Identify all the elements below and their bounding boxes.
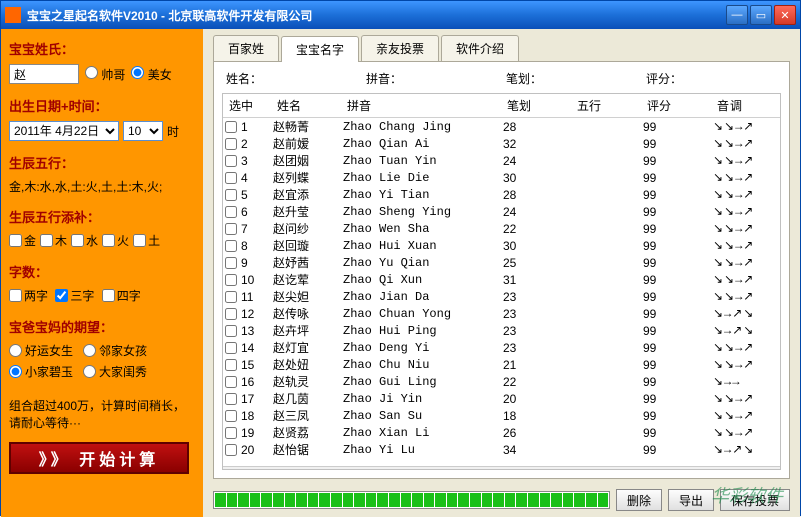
row-checkbox[interactable] xyxy=(225,376,237,388)
row-checkbox[interactable] xyxy=(225,444,237,456)
name-grid: 选中 姓名 拼音 笔划 五行 评分 音调 1赵畅菁Zhao Chang Jing… xyxy=(222,93,781,470)
table-row[interactable]: 2赵前嫒Zhao Qian Ai3299↘↘→↗ xyxy=(223,135,780,152)
grid-body[interactable]: 1赵畅菁Zhao Chang Jing2899↘↘→↗2赵前嫒Zhao Qian… xyxy=(223,118,780,466)
hour-suffix: 时 xyxy=(167,123,179,140)
row-checkbox[interactable] xyxy=(225,427,237,439)
wuxing-opt-水[interactable]: 水 xyxy=(71,232,98,249)
table-row[interactable]: 14赵灯宜Zhao Deng Yi2399↘↘→↗ xyxy=(223,339,780,356)
surname-input[interactable] xyxy=(9,64,79,84)
chars-label: 字数： xyxy=(9,262,195,281)
table-row[interactable]: 1赵畅菁Zhao Chang Jing2899↘↘→↗ xyxy=(223,118,780,135)
wuxing-opt-土[interactable]: 土 xyxy=(133,232,160,249)
tab-bar: 百家姓宝宝名字亲友投票软件介绍 xyxy=(203,29,800,61)
row-checkbox[interactable] xyxy=(225,257,237,269)
row-checkbox[interactable] xyxy=(225,291,237,303)
row-checkbox[interactable] xyxy=(225,155,237,167)
wuxing-fill-label: 生辰五行添补： xyxy=(9,207,195,226)
gender-girl[interactable]: 美女 xyxy=(131,66,171,83)
hint-text: 组合超过400万，计算时间稍长，请耐心等待··· xyxy=(9,398,195,432)
chars-three[interactable]: 三字 xyxy=(55,287,94,304)
row-checkbox[interactable] xyxy=(225,206,237,218)
wuxing-opt-金[interactable]: 金 xyxy=(9,232,36,249)
grid-header[interactable]: 选中 姓名 拼音 笔划 五行 评分 音调 xyxy=(223,94,780,118)
table-row[interactable]: 12赵传咏Zhao Chuan Yong2399↘→↗↘ xyxy=(223,305,780,322)
table-row[interactable]: 8赵回璇Zhao Hui Xuan3099↘↘→↗ xyxy=(223,237,780,254)
table-row[interactable]: 15赵处妞Zhao Chu Niu2199↘↘→↗ xyxy=(223,356,780,373)
row-checkbox[interactable] xyxy=(225,325,237,337)
birth-label: 出生日期+时间： xyxy=(9,96,195,115)
row-checkbox[interactable] xyxy=(225,274,237,286)
hope-c[interactable]: 小家碧玉 xyxy=(9,363,73,380)
table-row[interactable]: 20赵怡锯Zhao Yi Lu3499↘→↗↘ xyxy=(223,441,780,458)
wuxing-opt-木[interactable]: 木 xyxy=(40,232,67,249)
table-row[interactable]: 18赵三凤Zhao San Su1899↘↘→↗ xyxy=(223,407,780,424)
row-checkbox[interactable] xyxy=(225,342,237,354)
row-checkbox[interactable] xyxy=(225,393,237,405)
row-checkbox[interactable] xyxy=(225,223,237,235)
chars-four[interactable]: 四字 xyxy=(102,287,141,304)
row-checkbox[interactable] xyxy=(225,172,237,184)
wuxing-opt-火[interactable]: 火 xyxy=(102,232,129,249)
table-row[interactable]: 4赵列蝶Zhao Lie Die3099↘↘→↗ xyxy=(223,169,780,186)
window-title: 宝宝之星起名软件V2010 - 北京联高软件开发有限公司 xyxy=(27,7,726,24)
app-icon xyxy=(5,7,21,23)
progress-bar xyxy=(213,491,610,509)
hope-a[interactable]: 好运女生 xyxy=(9,342,73,359)
minimize-button[interactable]: — xyxy=(726,5,748,25)
gender-boy[interactable]: 帅哥 xyxy=(85,66,125,83)
row-checkbox[interactable] xyxy=(225,240,237,252)
table-row[interactable]: 11赵尖妲Zhao Jian Da2399↘↘→↗ xyxy=(223,288,780,305)
close-button[interactable]: ✕ xyxy=(774,5,796,25)
table-row[interactable]: 13赵卉坪Zhao Hui Ping2399↘→↗↘ xyxy=(223,322,780,339)
bottom-bar: 删除 导出 保存投票 xyxy=(203,485,800,517)
wuxing-label: 生辰五行： xyxy=(9,153,195,172)
filter-row: 姓名： 拼音： 笔划： 评分： xyxy=(222,70,781,87)
table-row[interactable]: 6赵升莹Zhao Sheng Ying2499↘↘→↗ xyxy=(223,203,780,220)
maximize-button[interactable]: ▭ xyxy=(750,5,772,25)
tab-0[interactable]: 百家姓 xyxy=(213,35,279,61)
table-row[interactable]: 3赵团姻Zhao Tuan Yin2499↘↘→↗ xyxy=(223,152,780,169)
birth-date-select[interactable]: 2011年 4月22日 xyxy=(9,121,119,141)
tab-2[interactable]: 亲友投票 xyxy=(361,35,439,61)
hope-d[interactable]: 大家闺秀 xyxy=(83,363,147,380)
start-calculate-button[interactable]: 》》 开始计算 xyxy=(9,442,189,474)
surname-label: 宝宝姓氏： xyxy=(9,39,195,58)
tab-1[interactable]: 宝宝名字 xyxy=(281,36,359,62)
hope-b[interactable]: 邻家女孩 xyxy=(83,342,147,359)
table-row[interactable]: 17赵几茵Zhao Ji Yin2099↘↘→↗ xyxy=(223,390,780,407)
chars-two[interactable]: 两字 xyxy=(9,287,48,304)
table-row[interactable]: 19赵贤荔Zhao Xian Li2699↘↘→↗ xyxy=(223,424,780,441)
app-window: 宝宝之星起名软件V2010 - 北京联高软件开发有限公司 — ▭ ✕ 宝宝姓氏：… xyxy=(0,0,801,516)
save-vote-button[interactable]: 保存投票 xyxy=(720,489,790,511)
table-row[interactable]: 16赵轨灵Zhao Gui Ling2299↘→→ xyxy=(223,373,780,390)
table-row[interactable]: 7赵问纱Zhao Wen Sha2299↘↘→↗ xyxy=(223,220,780,237)
table-row[interactable]: 5赵宜添Zhao Yi Tian2899↘↘→↗ xyxy=(223,186,780,203)
row-checkbox[interactable] xyxy=(225,359,237,371)
export-button[interactable]: 导出 xyxy=(668,489,714,511)
row-checkbox[interactable] xyxy=(225,410,237,422)
table-row[interactable]: 10赵讫荤Zhao Qi Xun3199↘↘→↗ xyxy=(223,271,780,288)
titlebar[interactable]: 宝宝之星起名软件V2010 - 北京联高软件开发有限公司 — ▭ ✕ xyxy=(1,1,800,29)
tab-content: 姓名： 拼音： 笔划： 评分： 选中 姓名 拼音 笔划 五行 评分 音调 xyxy=(213,61,790,479)
delete-button[interactable]: 删除 xyxy=(616,489,662,511)
horizontal-scrollbar[interactable] xyxy=(223,466,780,470)
main-panel: 百家姓宝宝名字亲友投票软件介绍 姓名： 拼音： 笔划： 评分： 选中 姓名 拼音… xyxy=(203,29,800,517)
row-checkbox[interactable] xyxy=(225,138,237,150)
hope-label: 宝爸宝妈的期望： xyxy=(9,317,195,336)
sidebar: 宝宝姓氏： 帅哥 美女 出生日期+时间： 2011年 4月22日 10 时 生辰… xyxy=(1,29,203,517)
row-checkbox[interactable] xyxy=(225,121,237,133)
table-row[interactable]: 9赵妤茜Zhao Yu Qian2599↘↘→↗ xyxy=(223,254,780,271)
tab-3[interactable]: 软件介绍 xyxy=(441,35,519,61)
row-checkbox[interactable] xyxy=(225,189,237,201)
birth-hour-select[interactable]: 10 xyxy=(123,121,163,141)
wuxing-text: 金,木:水,水,土:火,土,土:木,火; xyxy=(9,178,195,195)
row-checkbox[interactable] xyxy=(225,308,237,320)
wuxing-checkboxes: 金 木 水 火 土 xyxy=(9,232,195,250)
